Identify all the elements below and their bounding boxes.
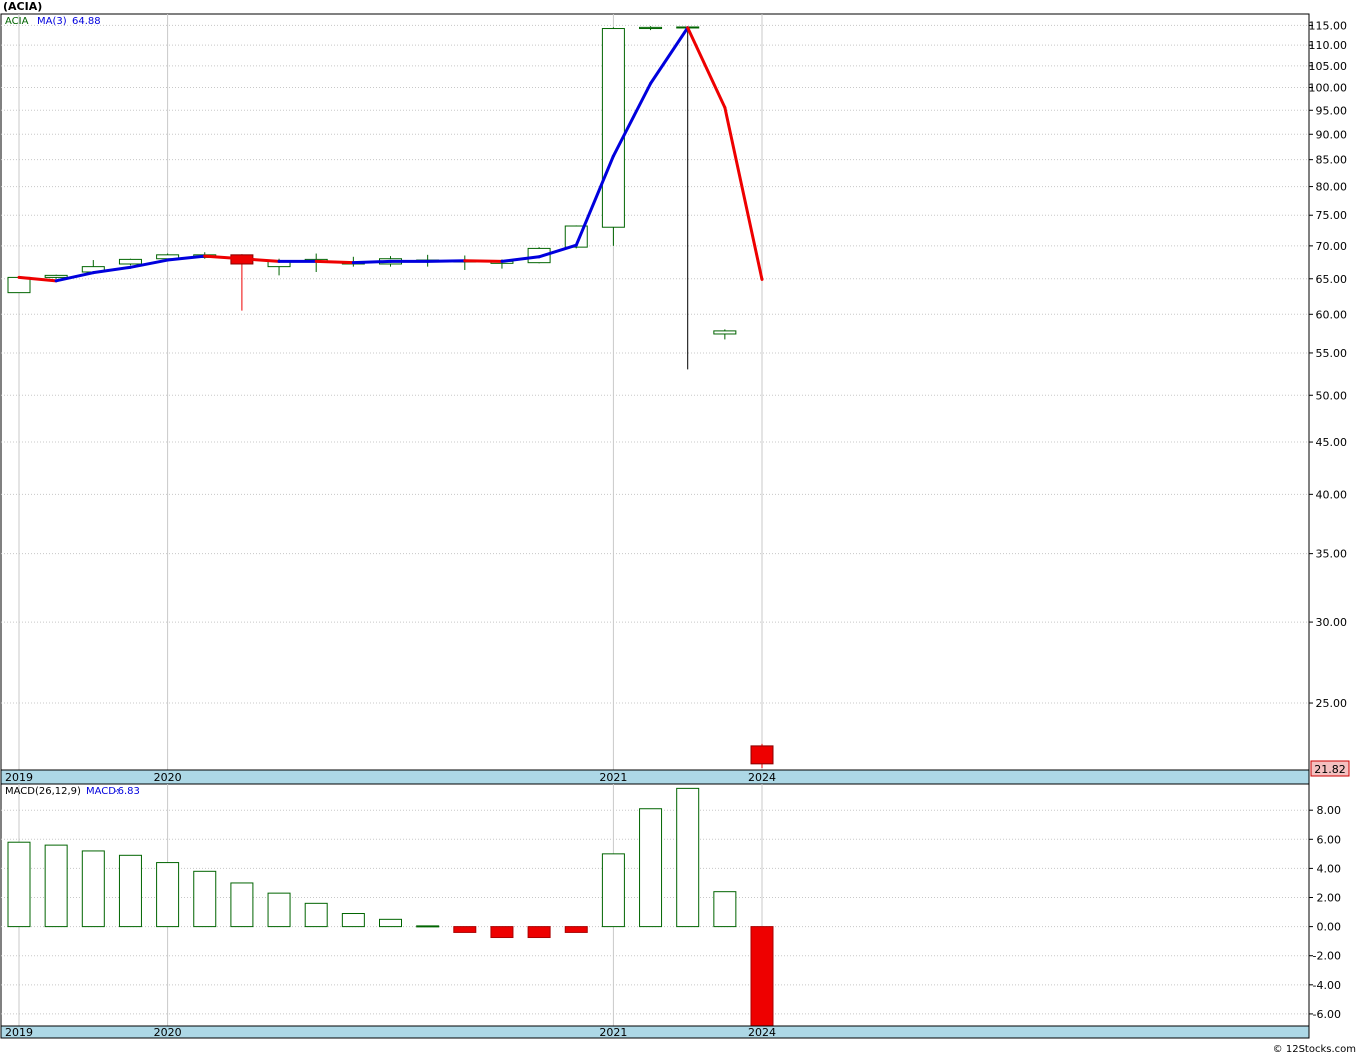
price-tick-label: 105.00 — [1309, 60, 1348, 73]
macd-axis: -6.00 -4.00 -2.00 0.00 2.00 4.00 6.00 8.00 — [1309, 804, 1341, 1021]
macd-bar — [156, 862, 180, 928]
price-tick-label: 100.00 — [1309, 81, 1348, 94]
price-tick-label: 80.00 — [1316, 181, 1348, 194]
price-panel-frame — [0, 13, 1310, 771]
price-axis: 25.00 30.00 35.00 40.00 45.00 50.00 55.00 60.00… — [1309, 19, 1348, 710]
macd-params-label: MACD(26,12,9) — [5, 786, 81, 797]
candle-body — [713, 330, 737, 335]
price-tick-label: 25.00 — [1316, 697, 1348, 710]
price-date-label: 2019 — [5, 771, 33, 784]
macd-bar — [230, 882, 254, 928]
macd-bar — [81, 850, 105, 928]
macd-bar — [601, 853, 625, 928]
price-date-bar — [0, 769, 1310, 785]
price-date-label: 2024 — [748, 771, 776, 784]
macd-tick-label: -6.00 — [1313, 1008, 1341, 1021]
macd-bar — [676, 787, 700, 928]
macd-tick-label: 8.00 — [1317, 804, 1342, 817]
ma-segment — [463, 259, 504, 263]
footer-credit: © 12Stocks.com — [1273, 1044, 1356, 1055]
ma-value: 64.88 — [72, 16, 101, 27]
candle-body — [118, 258, 142, 265]
macd-bar — [416, 925, 440, 928]
price-tick-label: 60.00 — [1316, 308, 1348, 321]
macd-bar — [379, 918, 402, 928]
price-tick-label: 45.00 — [1316, 436, 1348, 449]
macd-bar — [341, 913, 365, 928]
macd-bar — [118, 854, 142, 928]
macd-date-label: 2021 — [599, 1026, 627, 1039]
macd-date-label: 2020 — [154, 1026, 182, 1039]
macd-value: -6.83 — [114, 786, 140, 797]
macd-bar — [490, 926, 514, 939]
macd-bar — [304, 902, 328, 928]
price-tick-label: 90.00 — [1316, 128, 1348, 141]
macd-bar — [750, 926, 774, 1027]
ma-segment — [351, 259, 392, 265]
macd-date-label: 2024 — [748, 1026, 776, 1039]
macd-tick-label: 4.00 — [1317, 862, 1342, 875]
stock-chart: (ACIA) 25.00 30.00 35.00 40.00 45.00 50.00 55.… — [0, 0, 1356, 1055]
price-tick-label: 55.00 — [1316, 347, 1348, 360]
candle-body — [639, 26, 663, 30]
ma-segment — [314, 259, 355, 265]
price-tick-label: 35.00 — [1316, 548, 1348, 561]
price-tick-label: 40.00 — [1316, 488, 1348, 501]
price-tick-label: 115.00 — [1309, 19, 1348, 32]
macd-bar — [564, 926, 588, 933]
macd-bar — [7, 841, 31, 928]
macd-tick-label: 0.00 — [1317, 921, 1342, 934]
macd-bar — [453, 926, 477, 933]
macd-tick-label: -4.00 — [1313, 979, 1341, 992]
macd-bar — [193, 870, 217, 928]
macd-bar — [713, 891, 737, 928]
price-tick-label: 85.00 — [1316, 154, 1348, 167]
ma-segment — [426, 259, 467, 263]
candle-body — [601, 28, 625, 228]
macd-date-label: 2019 — [5, 1026, 33, 1039]
price-tick-label: 95.00 — [1316, 104, 1348, 117]
macd-bar — [527, 926, 551, 939]
last-price-label: 21.82 — [1314, 763, 1346, 776]
macd-date-bar — [0, 1025, 1310, 1039]
price-tick-label: 30.00 — [1316, 616, 1348, 629]
candle-body — [7, 276, 31, 294]
price-tick-label: 75.00 — [1316, 209, 1348, 222]
candle-body — [44, 274, 68, 278]
chart-title: (ACIA) — [3, 0, 42, 13]
price-date-label: 2021 — [599, 771, 627, 784]
candle-body — [750, 745, 774, 765]
price-tick-label: 50.00 — [1316, 389, 1348, 402]
price-tick-label: 110.00 — [1309, 39, 1348, 52]
symbol-label: ACIA — [5, 16, 29, 27]
macd-bar — [639, 808, 663, 928]
price-date-label: 2020 — [154, 771, 182, 784]
macd-tick-label: 6.00 — [1317, 833, 1342, 846]
macd-bar — [44, 844, 68, 928]
price-tick-label: 70.00 — [1316, 240, 1348, 253]
macd-bar — [267, 892, 291, 928]
macd-tick-label: 2.00 — [1317, 892, 1342, 905]
price-tick-label: 65.00 — [1316, 273, 1348, 286]
macd-tick-label: -2.00 — [1313, 950, 1341, 963]
ma-label: MA(3) — [37, 16, 67, 27]
